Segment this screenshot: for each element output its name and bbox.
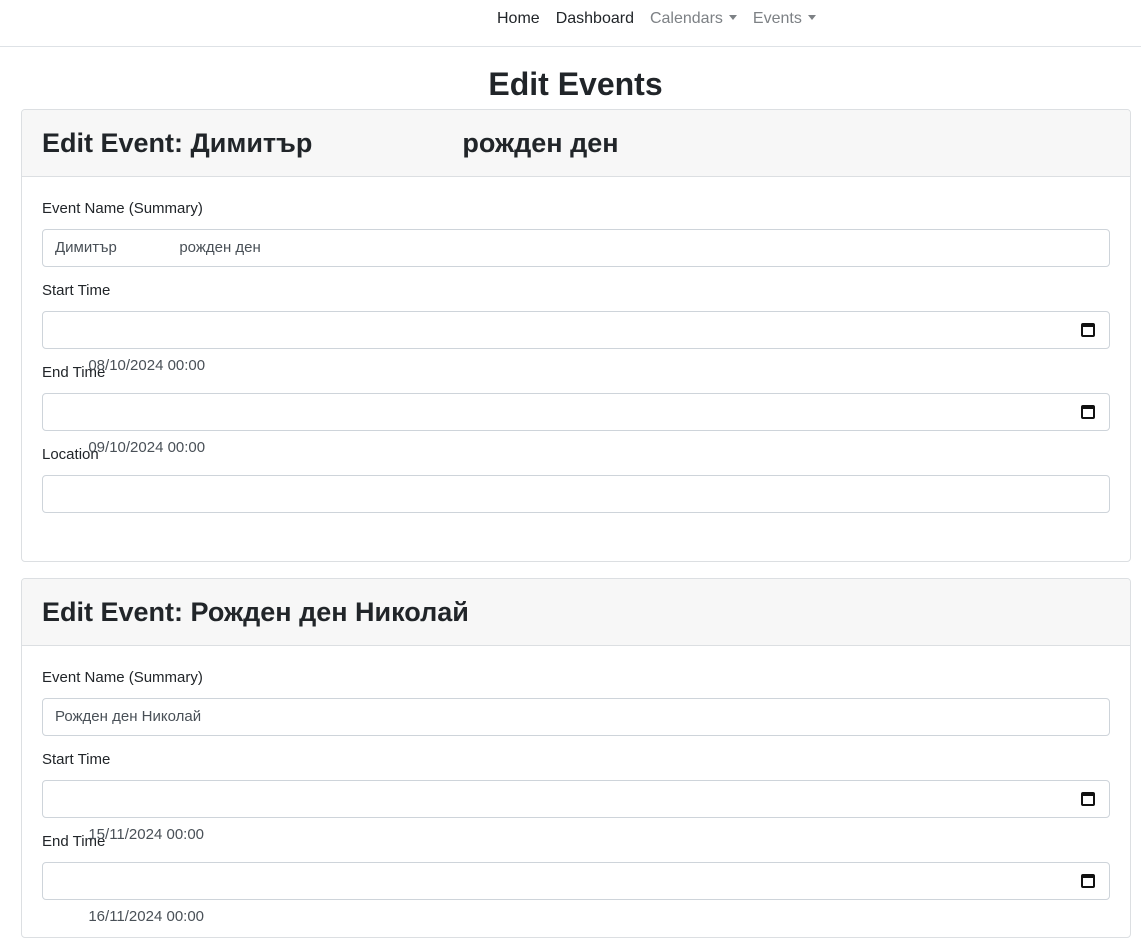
calendar-icon[interactable] [1081, 405, 1095, 419]
nav-events-dropdown[interactable]: Events [745, 0, 824, 38]
start-time-label: Start Time [42, 282, 111, 299]
calendar-icon[interactable] [1081, 323, 1095, 337]
summary-input[interactable]: Рожден ден Николай [42, 698, 1110, 736]
calendar-icon[interactable] [1081, 792, 1095, 806]
caret-down-icon [728, 15, 737, 20]
end-time-value: 16/11/2024 00:00 [88, 908, 205, 925]
summary-label: Event Name (Summary) [42, 669, 203, 686]
start-time-group: Start Time 08/10/2024 00:00 [42, 281, 1110, 374]
nav-menu: Home Dashboard Calendars Events [489, 0, 824, 38]
nav-home-link[interactable]: Home [489, 0, 548, 38]
caret-down-icon [807, 15, 816, 20]
start-time-value: 15/11/2024 00:00 [88, 826, 205, 843]
end-time-input[interactable]: 09/10/2024 00:00 [42, 393, 1110, 456]
event-card-header: Edit Event: Рожден ден Николай [22, 579, 1130, 646]
end-time-input[interactable]: 16/11/2024 00:00 [42, 862, 1110, 925]
summary-group: Event Name (Summary) Димитър рожден ден [42, 199, 1110, 267]
event-card: Edit Event: Димитър рожден ден Event Nam… [21, 109, 1131, 562]
nav-dashboard-link[interactable]: Dashboard [548, 0, 642, 38]
summary-label: Event Name (Summary) [42, 200, 203, 217]
event-card-title: Edit Event: Димитър рожден ден [42, 127, 619, 158]
summary-input[interactable]: Димитър рожден ден [42, 229, 1110, 267]
nav-calendars-label: Calendars [649, 10, 723, 27]
end-time-value: 09/10/2024 00:00 [88, 439, 206, 456]
page-title: Edit Events [488, 66, 663, 102]
start-time-input[interactable]: 15/11/2024 00:00 [42, 780, 1110, 843]
event-card-title: Edit Event: Рожден ден Николай [42, 596, 469, 627]
start-time-group: Start Time 15/11/2024 00:00 [42, 750, 1110, 843]
event-card: Edit Event: Рожден ден Николай Event Nam… [21, 578, 1131, 938]
start-time-input[interactable]: 08/10/2024 00:00 [42, 311, 1110, 374]
start-time-value: 08/10/2024 00:00 [88, 357, 206, 374]
location-input[interactable] [42, 475, 1110, 513]
event-card-header: Edit Event: Димитър рожден ден [22, 110, 1130, 177]
calendar-icon[interactable] [1081, 874, 1095, 888]
top-navbar: Home Dashboard Calendars Events [0, 0, 1141, 47]
summary-group: Event Name (Summary) Рожден ден Николай [42, 668, 1110, 736]
start-time-label: Start Time [42, 751, 111, 768]
nav-calendars-dropdown[interactable]: Calendars [642, 0, 745, 38]
event-form: Event Name (Summary) Димитър рожден ден … [22, 177, 1130, 513]
nav-events-label: Events [752, 10, 802, 27]
event-form: Event Name (Summary) Рожден ден Николай … [22, 646, 1130, 925]
